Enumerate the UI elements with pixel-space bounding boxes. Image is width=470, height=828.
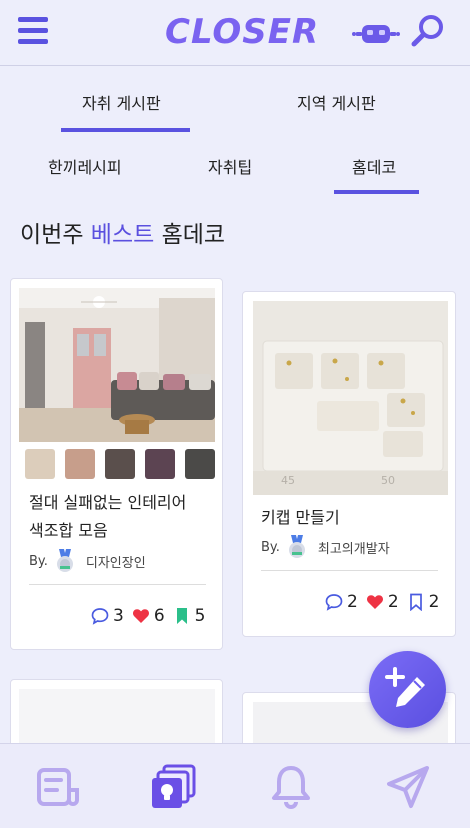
board-icon[interactable] [35, 764, 81, 810]
sub-tabs: 한끼레시피 자취팁 홈데코 [0, 134, 470, 196]
tab-tips[interactable]: 자취팁 [208, 154, 252, 178]
section-title-suffix: 홈데코 [161, 222, 226, 248]
color-swatch [185, 449, 215, 479]
post-card[interactable]: 절대 실패없는 인테리어 색조합 모음 By. 디자인장인 3 6 5 [10, 278, 223, 650]
like-count: 2 [387, 592, 399, 612]
bell-icon[interactable] [268, 764, 314, 810]
by-label: By. [261, 539, 280, 555]
post-title-line: 색조합 모음 [29, 521, 108, 540]
color-swatches [25, 449, 215, 479]
comment-icon[interactable] [325, 593, 343, 611]
main-tabs: 자취 게시판 지역 게시판 [0, 66, 470, 134]
keycap-mold-image: 45 50 [253, 301, 448, 495]
bookmark-outline-icon[interactable] [407, 593, 425, 611]
section-title-accent: 베스트 [90, 222, 155, 248]
by-label: By. [29, 553, 48, 569]
heart-icon[interactable] [132, 607, 150, 625]
color-swatch [65, 449, 95, 479]
author-name: 최고의개발자 [317, 541, 390, 557]
app-logo[interactable]: CLOSER [165, 12, 318, 52]
bookmark-count: 5 [194, 606, 206, 626]
app-header: CLOSER [0, 0, 470, 66]
card-divider [261, 570, 438, 571]
heart-icon[interactable] [366, 593, 384, 611]
cards-idea-icon[interactable] [150, 764, 196, 810]
post-card[interactable]: 45 50 키캡 만들기 By. 최고의개발자 2 2 2 [242, 291, 456, 637]
section-title: 이번주 베스트 홈데코 [20, 215, 225, 249]
post-thumbnail[interactable] [19, 288, 215, 442]
ruler-mark: 50 [381, 474, 395, 487]
medal-icon [56, 549, 73, 572]
menu-icon[interactable] [18, 17, 48, 45]
comment-icon[interactable] [91, 607, 109, 625]
bottom-navigation [0, 743, 470, 828]
post-title[interactable]: 절대 실패없는 인테리어 색조합 모음 [29, 489, 186, 545]
robot-icon[interactable] [352, 22, 400, 46]
paper-plane-icon[interactable] [385, 764, 431, 810]
main-tab-indicator [61, 128, 190, 132]
post-author[interactable]: By. 최고의개발자 [261, 535, 390, 559]
color-swatch [145, 449, 175, 479]
comment-count: 2 [347, 592, 358, 612]
write-post-button[interactable] [369, 651, 446, 728]
like-count: 6 [153, 606, 165, 626]
tab-home-deco[interactable]: 홈데코 [352, 154, 396, 178]
sub-tab-indicator [334, 190, 419, 194]
medal-icon [288, 535, 305, 558]
bookmark-count: 2 [428, 592, 440, 612]
tab-recipe[interactable]: 한끼레시피 [48, 154, 122, 178]
post-author[interactable]: By. 디자인장인 [29, 549, 146, 573]
post-thumbnail[interactable]: 45 50 [253, 301, 448, 495]
card-divider [29, 584, 206, 585]
comment-count: 3 [113, 606, 124, 626]
tab-local-board[interactable]: 지역 게시판 [297, 90, 376, 114]
living-room-image [19, 288, 215, 442]
tab-self-living-board[interactable]: 자취 게시판 [82, 90, 161, 114]
bookmark-icon[interactable] [173, 607, 191, 625]
post-title[interactable]: 키캡 만들기 [261, 504, 340, 532]
post-title-line: 절대 실패없는 인테리어 [29, 493, 187, 512]
add-edit-icon [385, 667, 425, 707]
color-swatch [25, 449, 55, 479]
ruler-mark: 45 [281, 474, 295, 487]
color-swatch [105, 449, 135, 479]
author-name: 디자인장인 [85, 555, 146, 571]
post-stats: 3 6 5 [91, 606, 213, 626]
post-stats: 2 2 2 [325, 592, 447, 612]
search-icon[interactable] [411, 14, 445, 48]
section-title-prefix: 이번주 [20, 222, 84, 248]
